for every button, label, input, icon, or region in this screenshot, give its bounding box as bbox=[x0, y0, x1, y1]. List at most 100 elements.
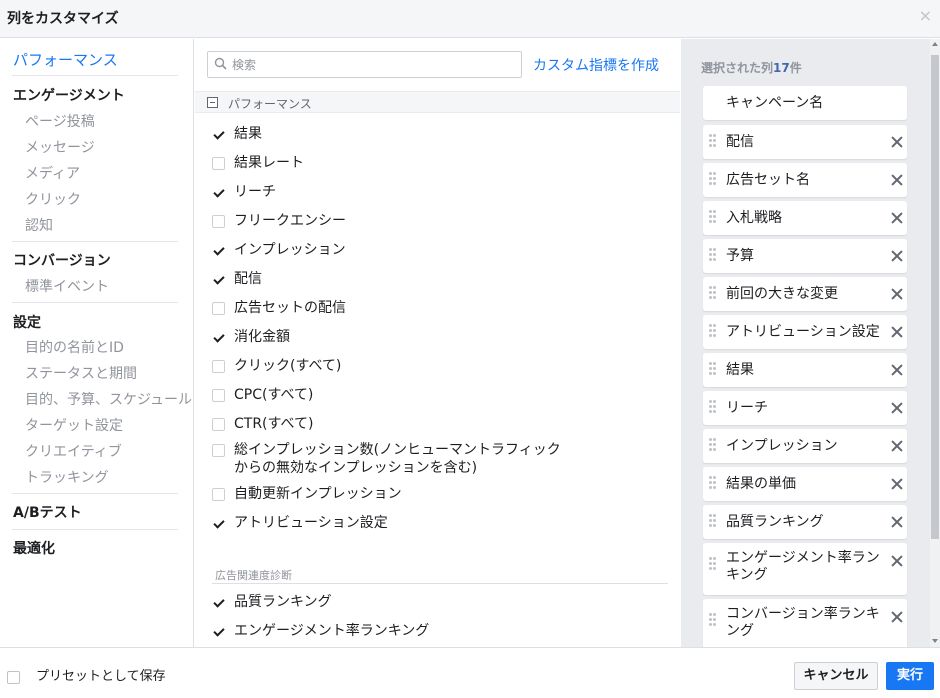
drag-handle-icon[interactable] bbox=[709, 134, 717, 148]
column-option[interactable]: 結果 bbox=[212, 125, 262, 147]
selected-column-card[interactable]: 結果 bbox=[703, 353, 907, 387]
column-option[interactable]: 結果レート bbox=[212, 154, 304, 176]
selected-column-card[interactable]: インプレッション bbox=[703, 429, 907, 463]
nav-engagement[interactable]: エンゲージメント bbox=[13, 85, 125, 105]
selected-column-card[interactable]: コンバージョン率ランキング bbox=[703, 599, 907, 647]
column-option[interactable]: リーチ bbox=[212, 183, 276, 205]
column-option[interactable]: エンゲージメント率ランキング bbox=[212, 622, 429, 644]
selected-column-card[interactable]: 前回の大きな変更 bbox=[703, 277, 907, 311]
nav-settings[interactable]: 設定 bbox=[13, 312, 41, 332]
selected-column-card[interactable]: 配信 bbox=[703, 125, 907, 159]
remove-column-icon[interactable] bbox=[891, 326, 903, 338]
checkbox[interactable] bbox=[212, 128, 225, 141]
scroll-down-arrow-icon[interactable] bbox=[932, 639, 938, 643]
collapse-icon[interactable] bbox=[207, 97, 218, 108]
column-option[interactable]: クリック(すべて) bbox=[212, 357, 341, 379]
checkbox[interactable] bbox=[212, 331, 225, 344]
nav-settings-objective-name[interactable]: 目的の名前とID bbox=[25, 337, 124, 357]
column-option[interactable]: 広告セットの配信 bbox=[212, 299, 346, 321]
search-input[interactable] bbox=[232, 55, 512, 74]
remove-column-icon[interactable] bbox=[891, 478, 903, 490]
cancel-button[interactable]: キャンセル bbox=[794, 662, 878, 690]
create-custom-metric-link[interactable]: カスタム指標を作成 bbox=[533, 55, 659, 75]
selected-column-card[interactable]: キャンペーン名 bbox=[703, 86, 907, 120]
nav-ab-test[interactable]: A/Bテスト bbox=[13, 502, 82, 522]
drag-handle-icon[interactable] bbox=[709, 400, 717, 414]
remove-column-icon[interactable] bbox=[891, 250, 903, 262]
scrollbar[interactable] bbox=[930, 39, 940, 647]
checkbox[interactable] bbox=[212, 444, 225, 457]
remove-column-icon[interactable] bbox=[891, 174, 903, 186]
remove-column-icon[interactable] bbox=[891, 516, 903, 528]
checkbox[interactable] bbox=[212, 389, 225, 402]
remove-column-icon[interactable] bbox=[891, 136, 903, 148]
selected-column-card[interactable]: 結果の単価 bbox=[703, 467, 907, 501]
drag-handle-icon[interactable] bbox=[709, 557, 717, 571]
nav-optimization[interactable]: 最適化 bbox=[13, 538, 55, 558]
drag-handle-icon[interactable] bbox=[709, 438, 717, 452]
scroll-up-arrow-icon[interactable] bbox=[932, 42, 938, 46]
checkbox[interactable] bbox=[212, 273, 225, 286]
remove-column-icon[interactable] bbox=[891, 555, 903, 567]
column-option[interactable]: 品質ランキング bbox=[212, 593, 332, 615]
drag-handle-icon[interactable] bbox=[709, 248, 717, 262]
column-option[interactable]: 総インプレッション数(ノンヒューマントラフィック からの無効なインプレッションを… bbox=[212, 441, 561, 476]
column-option[interactable]: 自動更新インプレッション bbox=[212, 485, 402, 507]
run-button[interactable]: 実行 bbox=[886, 662, 934, 690]
drag-handle-icon[interactable] bbox=[709, 514, 717, 528]
drag-handle-icon[interactable] bbox=[709, 476, 717, 490]
checkbox[interactable] bbox=[212, 157, 225, 170]
column-option[interactable]: アトリビューション設定 bbox=[212, 514, 388, 536]
column-option[interactable]: CTR(すべて) bbox=[212, 415, 313, 437]
remove-column-icon[interactable] bbox=[891, 212, 903, 224]
nav-performance[interactable]: パフォーマンス bbox=[13, 49, 118, 70]
selected-column-card[interactable]: エンゲージメント率ランキング bbox=[703, 543, 907, 595]
nav-settings-targeting[interactable]: ターゲット設定 bbox=[25, 415, 123, 435]
drag-handle-icon[interactable] bbox=[709, 286, 717, 300]
nav-settings-status[interactable]: ステータスと期間 bbox=[25, 363, 137, 383]
column-option[interactable]: インプレッション bbox=[212, 241, 346, 263]
nav-conversion[interactable]: コンバージョン bbox=[13, 250, 111, 270]
selected-column-card[interactable]: リーチ bbox=[703, 391, 907, 425]
checkbox[interactable] bbox=[212, 596, 225, 609]
drag-handle-icon[interactable] bbox=[709, 613, 717, 627]
scrollbar-thumb[interactable] bbox=[931, 55, 939, 539]
nav-engagement-awareness[interactable]: 認知 bbox=[25, 215, 53, 235]
nav-conversion-standard-events[interactable]: 標準イベント bbox=[25, 276, 109, 296]
selected-column-card[interactable]: 広告セット名 bbox=[703, 163, 907, 197]
checkbox[interactable] bbox=[212, 215, 225, 228]
selected-column-card[interactable]: 品質ランキング bbox=[703, 505, 907, 539]
drag-handle-icon[interactable] bbox=[709, 324, 717, 338]
close-icon[interactable]: × bbox=[919, 8, 932, 24]
nav-engagement-page-posts[interactable]: ページ投稿 bbox=[25, 111, 95, 131]
checkbox[interactable] bbox=[212, 418, 225, 431]
remove-column-icon[interactable] bbox=[891, 440, 903, 452]
selected-column-card[interactable]: 予算 bbox=[703, 239, 907, 273]
remove-column-icon[interactable] bbox=[891, 611, 903, 623]
nav-settings-tracking[interactable]: トラッキング bbox=[25, 467, 109, 487]
checkbox[interactable] bbox=[212, 360, 225, 373]
drag-handle-icon[interactable] bbox=[709, 362, 717, 376]
nav-engagement-messages[interactable]: メッセージ bbox=[25, 137, 95, 157]
checkbox[interactable] bbox=[212, 244, 225, 257]
column-option[interactable]: 消化金額 bbox=[212, 328, 290, 350]
save-preset-checkbox[interactable] bbox=[7, 671, 20, 684]
nav-settings-budget[interactable]: 目的、予算、スケジュール bbox=[25, 389, 192, 409]
column-option[interactable]: フリークエンシー bbox=[212, 212, 346, 234]
nav-engagement-media[interactable]: メディア bbox=[25, 163, 80, 183]
drag-handle-icon[interactable] bbox=[709, 210, 717, 224]
column-option[interactable]: CPC(すべて) bbox=[212, 386, 313, 408]
checkbox[interactable] bbox=[212, 302, 225, 315]
remove-column-icon[interactable] bbox=[891, 364, 903, 376]
drag-handle-icon[interactable] bbox=[709, 172, 717, 186]
checkbox[interactable] bbox=[212, 186, 225, 199]
nav-engagement-clicks[interactable]: クリック bbox=[25, 189, 81, 209]
column-option[interactable]: 配信 bbox=[212, 270, 262, 292]
remove-column-icon[interactable] bbox=[891, 288, 903, 300]
checkbox[interactable] bbox=[212, 488, 225, 501]
remove-column-icon[interactable] bbox=[891, 402, 903, 414]
checkbox[interactable] bbox=[212, 625, 225, 638]
checkbox[interactable] bbox=[212, 517, 225, 530]
selected-column-card[interactable]: アトリビューション設定 bbox=[703, 315, 907, 349]
selected-column-card[interactable]: 入札戦略 bbox=[703, 201, 907, 235]
